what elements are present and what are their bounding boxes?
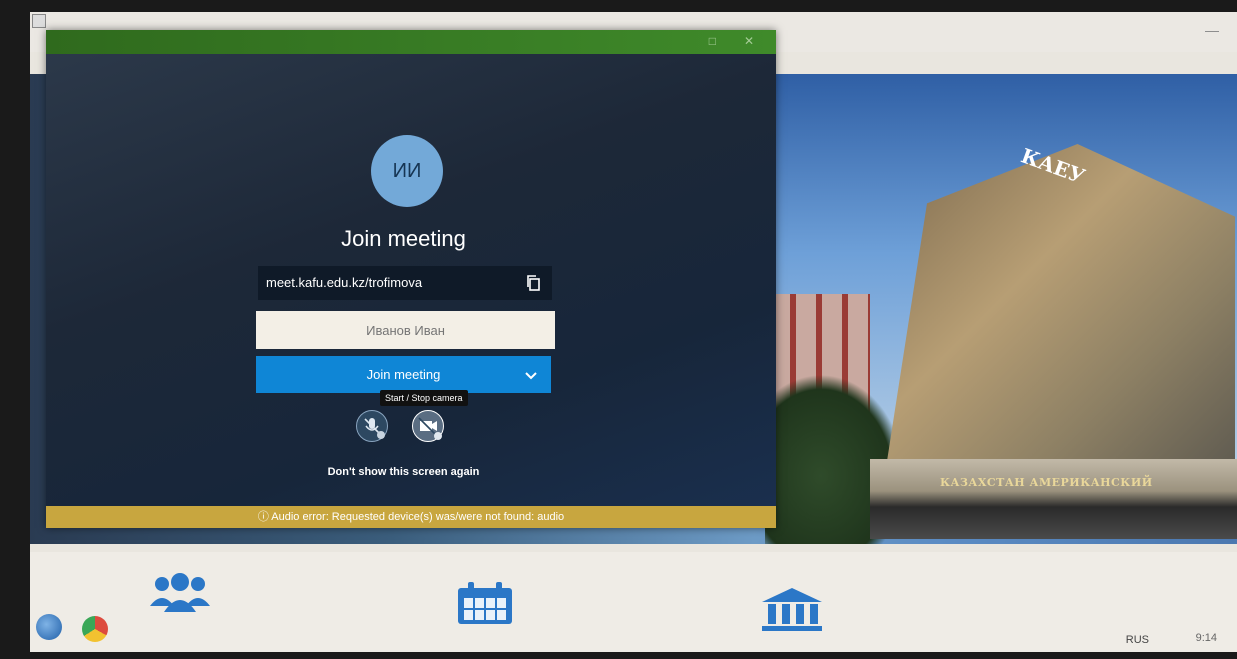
app-icon <box>32 14 46 28</box>
users-icon[interactable] <box>148 572 212 625</box>
camera-tooltip: Start / Stop camera <box>380 390 468 406</box>
language-indicator[interactable]: RUS <box>1126 634 1149 646</box>
camera-off-icon <box>418 417 442 440</box>
audio-error-bar: ⓘ Audio error: Requested device(s) was/w… <box>46 506 776 528</box>
join-meeting-button[interactable]: Join meeting <box>256 356 551 393</box>
building-base <box>870 459 1237 539</box>
copy-icon[interactable] <box>526 275 540 291</box>
meeting-url-box: meet.kafu.edu.kz/trofimova <box>258 266 552 300</box>
mic-off-icon <box>364 418 385 439</box>
app-dock: RUS 9:14 <box>30 552 1237 652</box>
taskbar-clock[interactable]: 9:14 <box>1196 632 1217 644</box>
name-input[interactable] <box>256 311 555 349</box>
audio-error-message: Audio error: Requested device(s) was/wer… <box>271 511 565 523</box>
close-icon[interactable]: ✕ <box>744 34 754 48</box>
meeting-url: meet.kafu.edu.kz/trofimova <box>266 275 423 290</box>
dialog-heading: Join meeting <box>341 226 466 251</box>
minimize-button[interactable]: — <box>1205 22 1219 38</box>
mic-toggle-button[interactable] <box>356 410 388 442</box>
base-sign: КАЗАХСТАН АМЕРИКАНСКИЙ <box>940 476 1153 489</box>
building-icon[interactable] <box>760 586 824 639</box>
dont-show-again-link[interactable]: Don't show this screen again <box>46 466 761 478</box>
dialog-titlebar: □ ✕ <box>46 30 776 54</box>
join-meeting-dialog: □ ✕ ИИ Join meeting meet.kafu.edu.kz/tro… <box>46 30 776 528</box>
calendar-icon[interactable] <box>456 580 514 633</box>
avatar: ИИ <box>371 135 443 207</box>
maximize-icon[interactable]: □ <box>709 34 716 48</box>
camera-toggle-button[interactable] <box>412 410 444 442</box>
info-icon: ⓘ <box>257 511 272 523</box>
chevron-down-icon[interactable] <box>521 356 541 393</box>
join-meeting-label: Join meeting <box>366 367 441 382</box>
chrome-icon[interactable] <box>82 616 108 642</box>
firefox-icon[interactable] <box>36 614 62 640</box>
